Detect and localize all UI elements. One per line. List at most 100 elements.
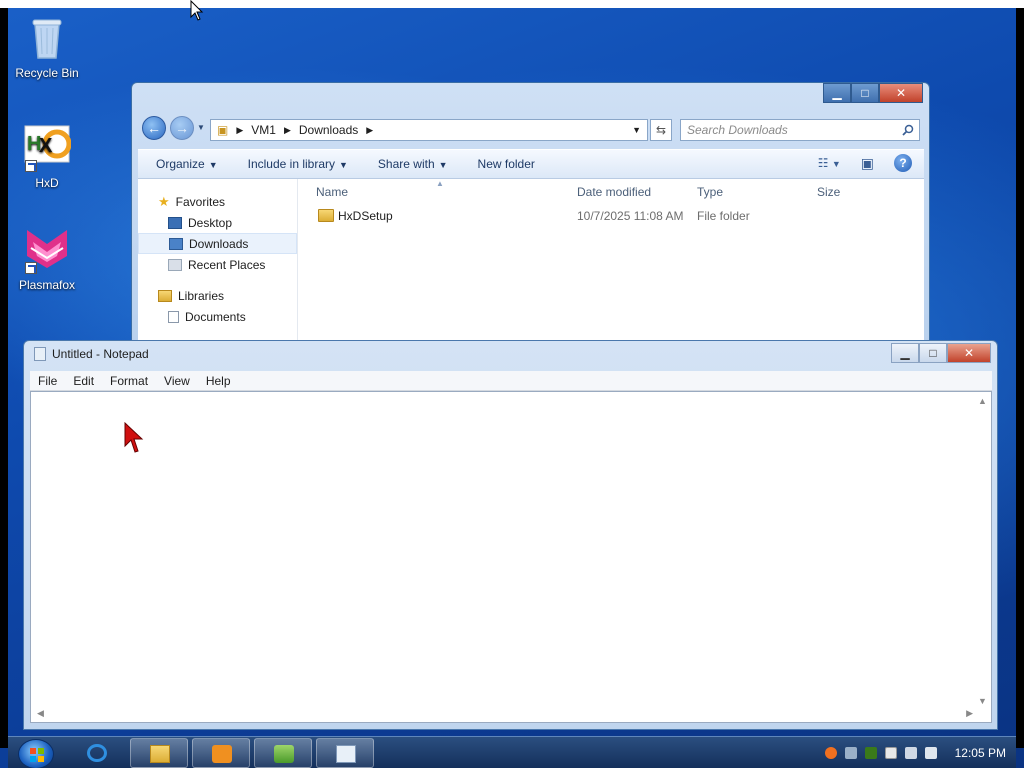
column-header-size[interactable]: Size bbox=[817, 185, 840, 199]
search-placeholder: Search Downloads bbox=[687, 123, 788, 137]
help-icon[interactable]: ? bbox=[894, 154, 912, 172]
taskbar-internet-explorer[interactable] bbox=[68, 738, 126, 768]
vm-top-border bbox=[0, 0, 1024, 8]
refresh-icon: ⇆ bbox=[655, 123, 667, 137]
breadcrumb-separator-icon: ▶ bbox=[236, 124, 244, 135]
column-header-name[interactable]: Name bbox=[316, 185, 348, 199]
chevron-down-icon: ▼ bbox=[208, 160, 218, 170]
nav-item-libraries[interactable]: Libraries bbox=[138, 285, 297, 306]
downloads-folder-icon bbox=[169, 237, 183, 250]
notepad-text-area[interactable] bbox=[31, 392, 991, 722]
maximize-button[interactable]: □ bbox=[851, 83, 879, 103]
share-with-button[interactable]: Share with ▼ bbox=[378, 157, 448, 171]
menu-help[interactable]: Help bbox=[206, 374, 231, 388]
taskbar-notepad[interactable] bbox=[316, 738, 374, 768]
nav-item-documents[interactable]: Documents bbox=[138, 306, 297, 327]
nav-item-downloads[interactable]: Downloads bbox=[138, 233, 297, 254]
shortcut-arrow-icon bbox=[25, 160, 37, 172]
address-dropdown-icon[interactable]: ▼ bbox=[632, 125, 641, 135]
search-input[interactable]: Search Downloads bbox=[680, 119, 920, 141]
app-icon bbox=[274, 745, 294, 763]
minimize-button[interactable]: ▁ bbox=[891, 343, 919, 363]
nav-item-recent-places[interactable]: Recent Places bbox=[138, 254, 297, 275]
column-header-date-modified[interactable]: Date modified bbox=[577, 185, 651, 199]
libraries-icon bbox=[158, 289, 172, 302]
menu-format[interactable]: Format bbox=[110, 374, 148, 388]
horizontal-scrollbar[interactable]: ◀ ▶ bbox=[35, 706, 975, 720]
desktop-icon-plasmafox[interactable]: Plasmafox bbox=[7, 226, 87, 292]
desktop-icon-label: Recycle Bin bbox=[15, 66, 79, 80]
vm-left-border bbox=[0, 8, 8, 748]
tray-nvidia-icon[interactable] bbox=[864, 747, 877, 759]
breadcrumb-separator-icon: ▶ bbox=[366, 124, 374, 135]
media-player-icon bbox=[212, 745, 232, 763]
close-button[interactable]: ✕ bbox=[879, 83, 923, 103]
vertical-scrollbar[interactable]: ▲ ▼ bbox=[975, 396, 989, 706]
recent-pages-chevron-icon[interactable]: ▼ bbox=[197, 123, 205, 132]
taskbar-windows-explorer[interactable] bbox=[130, 738, 188, 768]
arrow-left-icon: ← bbox=[147, 120, 161, 136]
internet-explorer-icon bbox=[87, 744, 107, 762]
recycle-bin-icon bbox=[23, 14, 71, 62]
notepad-window-controls: ▁ □ ✕ bbox=[891, 343, 991, 363]
scroll-up-icon: ▲ bbox=[978, 396, 987, 406]
taskbar-clock[interactable]: 12:05 PM bbox=[955, 746, 1006, 760]
breadcrumb-downloads[interactable]: Downloads bbox=[299, 123, 358, 137]
scroll-right-icon: ▶ bbox=[966, 708, 973, 718]
close-button[interactable]: ✕ bbox=[947, 343, 991, 363]
address-bar[interactable]: ▣ ▶ VM1 ▶ Downloads ▶ ▼ bbox=[210, 119, 648, 141]
notepad-icon bbox=[336, 745, 356, 763]
desktop-icon-label: HxD bbox=[35, 176, 59, 190]
minimize-button[interactable]: ▁ bbox=[823, 83, 851, 103]
notepad-menubar: File Edit Format View Help bbox=[30, 371, 992, 391]
tray-display-icon[interactable] bbox=[904, 747, 917, 759]
nav-item-favorites[interactable]: ★ Favorites bbox=[138, 191, 297, 212]
taskbar-app[interactable] bbox=[254, 738, 312, 768]
scroll-left-icon: ◀ bbox=[37, 708, 44, 718]
sort-ascending-icon: ▲ bbox=[436, 179, 444, 188]
explorer-window-controls: ▁ □ ✕ bbox=[823, 83, 923, 103]
folder-location-icon: ▣ bbox=[217, 123, 229, 137]
desktop-icon-hxd[interactable]: H X HxD bbox=[7, 124, 87, 190]
start-button[interactable] bbox=[18, 739, 54, 768]
column-header-type[interactable]: Type bbox=[697, 185, 723, 199]
explorer-toolbar: Organize ▼ Include in library ▼ Share with… bbox=[138, 149, 924, 179]
desktop-icon-recycle-bin[interactable]: Recycle Bin bbox=[7, 14, 87, 80]
nav-item-desktop[interactable]: Desktop bbox=[138, 212, 297, 233]
forward-button[interactable]: → bbox=[170, 116, 194, 140]
notepad-title: Untitled - Notepad bbox=[52, 347, 149, 361]
include-in-library-button[interactable]: Include in library ▼ bbox=[248, 157, 348, 171]
tray-flag-icon[interactable] bbox=[884, 747, 897, 759]
menu-view[interactable]: View bbox=[164, 374, 190, 388]
menu-edit[interactable]: Edit bbox=[73, 374, 94, 388]
toolbar-right-group: ☷ ▼ ▣ ? bbox=[818, 154, 912, 172]
menu-file[interactable]: File bbox=[38, 374, 57, 388]
taskbar-media-player[interactable] bbox=[192, 738, 250, 768]
tray-volume-icon[interactable] bbox=[924, 747, 937, 759]
chevron-down-icon: ▼ bbox=[339, 160, 348, 170]
mouse-cursor-icon bbox=[190, 0, 204, 25]
recent-places-icon bbox=[168, 258, 182, 271]
new-folder-button[interactable]: New folder bbox=[478, 157, 535, 171]
windows-logo-icon bbox=[30, 748, 44, 762]
breadcrumb-separator-icon: ▶ bbox=[283, 124, 291, 135]
tray-network-icon[interactable] bbox=[844, 747, 857, 759]
file-list: Name ▲ Date modified Type Size HxDSetup … bbox=[314, 179, 914, 343]
folder-icon bbox=[150, 745, 170, 763]
file-date-modified: 10/7/2025 11:08 AM bbox=[577, 209, 684, 223]
notepad-app-icon bbox=[34, 347, 46, 361]
star-icon: ★ bbox=[158, 193, 170, 209]
breadcrumb-vm1[interactable]: VM1 bbox=[251, 123, 276, 137]
maximize-button[interactable]: □ bbox=[919, 343, 947, 363]
red-pointer-cursor-icon bbox=[124, 421, 144, 457]
change-view-button[interactable]: ☷ ▼ bbox=[818, 156, 841, 170]
back-button[interactable]: ← bbox=[142, 116, 166, 140]
desktop-icon bbox=[168, 216, 182, 229]
svg-text:X: X bbox=[39, 135, 53, 157]
preview-pane-icon[interactable]: ▣ bbox=[861, 155, 874, 172]
tray-app-icon[interactable] bbox=[824, 747, 837, 759]
organize-button[interactable]: Organize ▼ bbox=[156, 157, 218, 171]
plasmafox-icon bbox=[23, 226, 71, 274]
file-row[interactable]: HxDSetup 10/7/2025 11:08 AM File folder bbox=[316, 205, 906, 227]
refresh-button[interactable]: ⇆ bbox=[650, 119, 672, 141]
